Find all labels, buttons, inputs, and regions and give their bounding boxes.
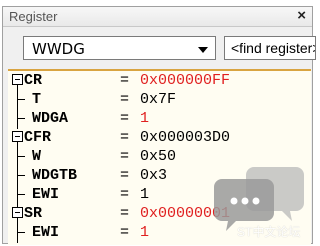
- tree-branch: [17, 194, 25, 195]
- register-value[interactable]: 0x000003D0: [140, 128, 230, 147]
- equals-sign: =: [120, 110, 130, 127]
- register-value[interactable]: 0x000000FF: [140, 71, 230, 90]
- collapse-icon[interactable]: [12, 207, 23, 218]
- register-name: EWI: [32, 224, 60, 241]
- collapse-icon[interactable]: [12, 131, 23, 142]
- dropdown-arrow-icon[interactable]: [198, 47, 208, 53]
- tree-branch: [17, 175, 25, 176]
- field-row[interactable]: WDGA = 1: [8, 109, 311, 128]
- register-name: W: [32, 148, 42, 165]
- tree-branch: [17, 99, 25, 100]
- equals-sign: =: [120, 167, 130, 184]
- register-row[interactable]: CR = 0x000000FF: [8, 71, 311, 90]
- field-row[interactable]: T = 0x7F: [8, 90, 311, 109]
- equals-sign: =: [120, 205, 130, 222]
- register-value[interactable]: 0x7F: [140, 90, 176, 109]
- register-value[interactable]: 1: [140, 109, 149, 128]
- equals-sign: =: [120, 72, 130, 89]
- register-value[interactable]: 0x50: [140, 147, 176, 166]
- peripheral-select-value: WWDG: [32, 40, 85, 58]
- tree-branch: [17, 156, 25, 157]
- watermark-text: ST中文论坛: [237, 225, 301, 239]
- register-name: CFR: [24, 129, 52, 146]
- equals-sign: =: [120, 148, 130, 165]
- register-value[interactable]: 1: [140, 185, 149, 204]
- close-icon[interactable]: ×: [297, 7, 306, 24]
- collapse-icon[interactable]: [12, 74, 23, 85]
- equals-sign: =: [120, 129, 130, 146]
- window-title: Register: [9, 9, 58, 24]
- window-titlebar: Register ×: [3, 7, 312, 27]
- tree-branch: [17, 118, 25, 119]
- equals-sign: =: [120, 186, 130, 203]
- find-register-placeholder: <find register>: [231, 40, 316, 56]
- equals-sign: =: [120, 224, 130, 241]
- register-name: T: [32, 91, 42, 108]
- register-window: Register × WWDG <find register> CR = 0x000…: [2, 6, 316, 245]
- register-name: WDGTB: [32, 167, 78, 184]
- register-name: EWI: [32, 186, 60, 203]
- peripheral-select[interactable]: WWDG: [23, 36, 216, 60]
- register-toolbar: WWDG <find register>: [3, 27, 316, 63]
- tree-branch: [17, 232, 25, 233]
- register-name: CR: [24, 72, 43, 89]
- register-name: SR: [24, 205, 43, 222]
- register-row[interactable]: CFR = 0x000003D0: [8, 128, 311, 147]
- equals-sign: =: [120, 91, 130, 108]
- find-register-input[interactable]: <find register>: [224, 36, 316, 60]
- register-value[interactable]: 0x3: [140, 166, 167, 185]
- register-value[interactable]: 1: [140, 223, 149, 242]
- register-name: WDGA: [32, 110, 69, 127]
